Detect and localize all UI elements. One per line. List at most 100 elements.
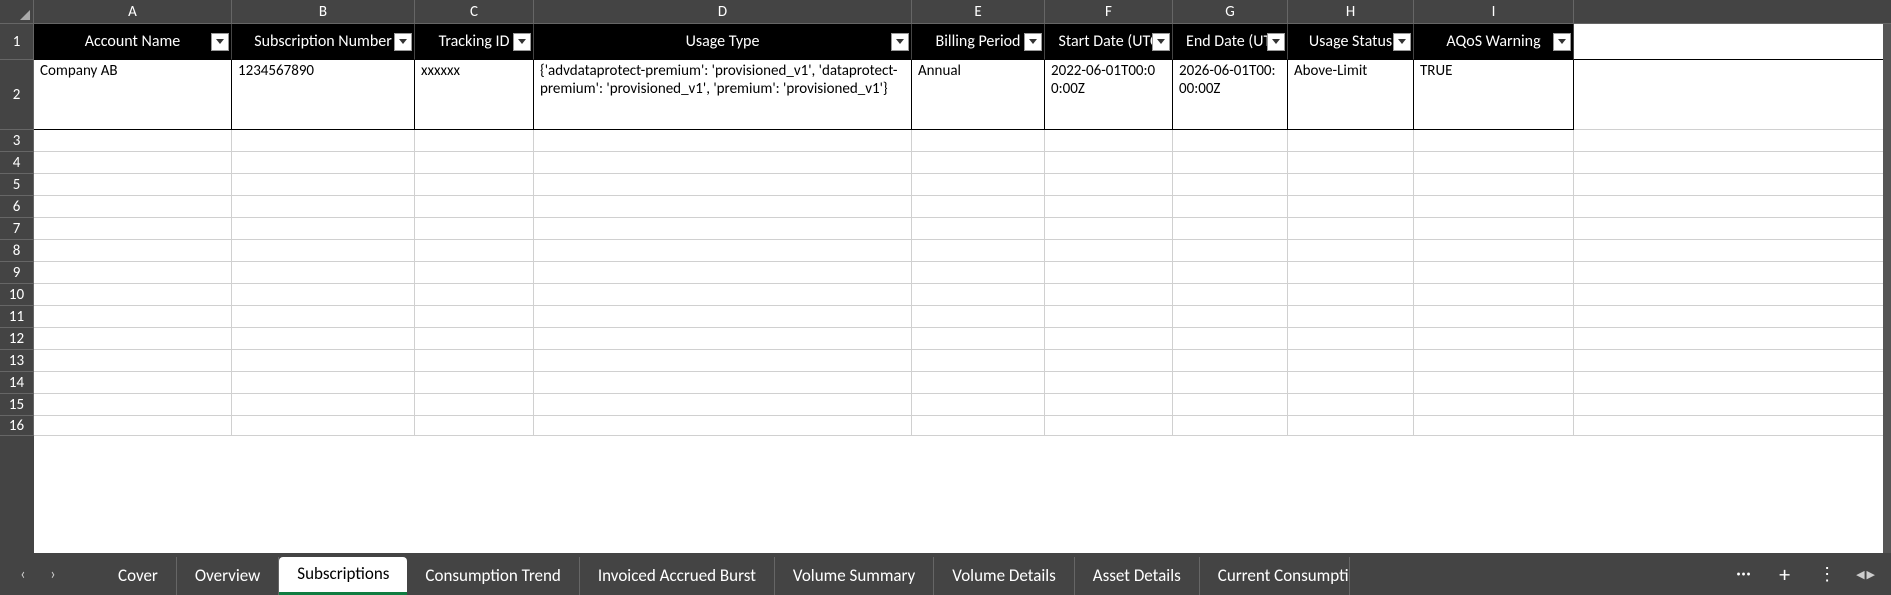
empty-cell[interactable] [415,284,534,306]
empty-cell[interactable] [415,262,534,284]
empty-cell[interactable] [1574,306,1891,328]
empty-cell[interactable] [1045,196,1173,218]
empty-cell[interactable] [912,394,1045,416]
empty-cell[interactable] [1574,218,1891,240]
empty-cell[interactable] [1173,328,1288,350]
empty-cell[interactable] [1288,218,1414,240]
col-header-E[interactable]: E [912,0,1045,24]
empty-cell[interactable] [34,174,232,196]
th-usage-status[interactable]: Usage Status [1288,24,1414,60]
empty-cell[interactable] [232,306,415,328]
empty-cell[interactable] [912,328,1045,350]
empty-cell[interactable] [1574,152,1891,174]
empty-cell[interactable] [1574,262,1891,284]
row-header-6[interactable]: 6 [0,196,34,218]
empty-cell[interactable] [534,328,912,350]
empty-cell[interactable] [1045,240,1173,262]
empty-cell[interactable] [232,328,415,350]
cell-subscription-number[interactable]: 1234567890 [232,60,415,130]
tab-volume-summary[interactable]: Volume Summary [775,557,934,595]
row-header-12[interactable]: 12 [0,328,34,350]
filter-dropdown-icon[interactable] [1267,33,1285,51]
empty-cell[interactable] [1574,328,1891,350]
empty-cell[interactable] [1288,394,1414,416]
row-header-13[interactable]: 13 [0,350,34,372]
col-header-D[interactable]: D [534,0,912,24]
empty-cell[interactable] [34,262,232,284]
col-header-F[interactable]: F [1045,0,1173,24]
row-header-11[interactable]: 11 [0,306,34,328]
empty-cell[interactable] [1045,218,1173,240]
empty-cell[interactable] [1173,284,1288,306]
empty-cell[interactable] [534,152,912,174]
tab-subscriptions[interactable]: Subscriptions [279,557,407,595]
empty-cell[interactable] [1288,306,1414,328]
empty-cell[interactable] [1574,130,1891,152]
empty-cell[interactable] [1288,240,1414,262]
empty-cell[interactable] [1173,350,1288,372]
row-header-2[interactable]: 2 [0,60,34,130]
empty-cell[interactable] [1414,218,1574,240]
th-tracking-id[interactable]: Tracking ID [415,24,534,60]
empty-cell[interactable] [1045,350,1173,372]
empty-cell[interactable] [1414,284,1574,306]
empty-cell[interactable] [415,328,534,350]
tab-nav-next[interactable]: › [40,561,66,587]
tab-cover[interactable]: Cover [100,557,177,595]
empty-cell[interactable] [912,218,1045,240]
row-header-15[interactable]: 15 [0,394,34,416]
empty-cell[interactable] [34,416,232,436]
empty-cell[interactable] [1173,306,1288,328]
cell-start-date[interactable]: 2022-06-01T00:00:00Z [1045,60,1173,130]
tab-overview[interactable]: Overview [177,557,279,595]
empty-cell[interactable] [1574,416,1891,436]
row-header-14[interactable]: 14 [0,372,34,394]
empty-cell[interactable] [1414,416,1574,436]
empty-cell[interactable] [34,394,232,416]
empty-cell[interactable] [1173,174,1288,196]
tab-nav-prev[interactable]: ‹ [10,561,36,587]
col-header-I[interactable]: I [1414,0,1574,24]
empty-cell[interactable] [34,152,232,174]
empty-cell[interactable] [1288,350,1414,372]
th-account-name[interactable]: Account Name [34,24,232,60]
empty-cell[interactable] [1574,60,1891,130]
tab-volume-details[interactable]: Volume Details [934,557,1075,595]
row-header-1[interactable]: 1 [0,24,34,60]
empty-cell[interactable] [1574,372,1891,394]
empty-cell[interactable] [534,262,912,284]
empty-cell[interactable] [534,350,912,372]
empty-cell[interactable] [912,416,1045,436]
cell-account-name[interactable]: Company AB [34,60,232,130]
row-header-10[interactable]: 10 [0,284,34,306]
cell-billing-period[interactable]: Annual [912,60,1045,130]
empty-cell[interactable] [1574,284,1891,306]
empty-cell[interactable] [1045,152,1173,174]
col-header-A[interactable]: A [34,0,232,24]
empty-cell[interactable] [534,130,912,152]
empty-cell[interactable] [415,196,534,218]
th-billing-period[interactable]: Billing Period [912,24,1045,60]
empty-cell[interactable] [415,306,534,328]
empty-cell[interactable] [34,130,232,152]
empty-cell[interactable] [1414,306,1574,328]
empty-cell[interactable] [534,284,912,306]
th-usage-type[interactable]: Usage Type [534,24,912,60]
filter-dropdown-icon[interactable] [1024,33,1042,51]
empty-cell[interactable] [232,394,415,416]
empty-cell[interactable] [1288,196,1414,218]
empty-cell[interactable] [1414,174,1574,196]
empty-cell[interactable] [534,174,912,196]
empty-cell[interactable] [1173,416,1288,436]
row-header-5[interactable]: 5 [0,174,34,196]
row-header-9[interactable]: 9 [0,262,34,284]
empty-cell[interactable] [415,240,534,262]
empty-cell[interactable] [34,306,232,328]
empty-cell[interactable] [34,240,232,262]
empty-cell[interactable] [1173,130,1288,152]
filter-dropdown-icon[interactable] [394,33,412,51]
th-aqos-warning[interactable]: AQoS Warning [1414,24,1574,60]
cell-usage-status[interactable]: Above-Limit [1288,60,1414,130]
row-header-3[interactable]: 3 [0,130,34,152]
empty-cell[interactable] [912,174,1045,196]
